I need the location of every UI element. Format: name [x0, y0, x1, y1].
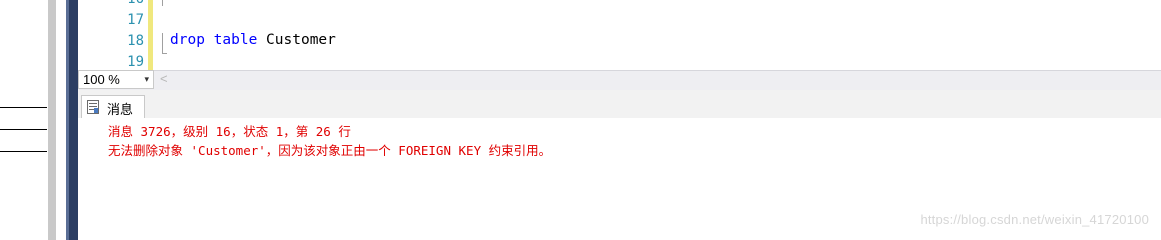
editor-status-bar	[78, 70, 1161, 91]
error-message-body: 无法删除对象 'Customer'，因为该对象正由一个 FOREIGN KEY …	[108, 143, 552, 158]
scroll-left-icon[interactable]: <	[160, 71, 168, 86]
watermark-text: https://blog.csdn.net/weixin_41720100	[920, 212, 1149, 227]
sql-keyword: drop	[170, 32, 205, 48]
panel-gap	[56, 0, 66, 240]
results-tab-strip	[78, 90, 1161, 119]
line-number: 16	[78, 0, 144, 7]
line-number: 18	[127, 33, 144, 49]
outline-guide-end	[162, 53, 167, 54]
code-line-18[interactable]: drop table Customer	[170, 32, 336, 48]
tab-messages[interactable]: 消息	[81, 95, 145, 119]
panel-splitter[interactable]	[48, 0, 56, 240]
tree-connector-line	[0, 107, 47, 108]
messages-icon	[87, 100, 99, 114]
outline-guide	[162, 0, 163, 6]
table-identifier: Customer	[266, 32, 336, 48]
error-message-header: 消息 3726，级别 16，状态 1，第 26 行	[108, 124, 351, 139]
tree-connector-line	[0, 151, 47, 152]
line-number-gutter: 16 17 18 19	[78, 0, 148, 70]
tab-label: 消息	[107, 102, 134, 117]
line-number: 19	[127, 54, 144, 70]
tree-connector-line	[0, 129, 47, 130]
code-area[interactable]: drop table Customer	[153, 0, 1161, 70]
sql-keyword: table	[213, 32, 258, 48]
zoom-value: 100 %	[83, 72, 120, 87]
line-number: 17	[127, 12, 144, 28]
editor-frame-border	[66, 0, 78, 240]
outline-guide	[162, 33, 163, 53]
zoom-dropdown[interactable]: 100 % ▾	[78, 70, 154, 89]
object-explorer-panel	[0, 0, 48, 240]
chevron-down-icon[interactable]: ▾	[144, 74, 149, 85]
